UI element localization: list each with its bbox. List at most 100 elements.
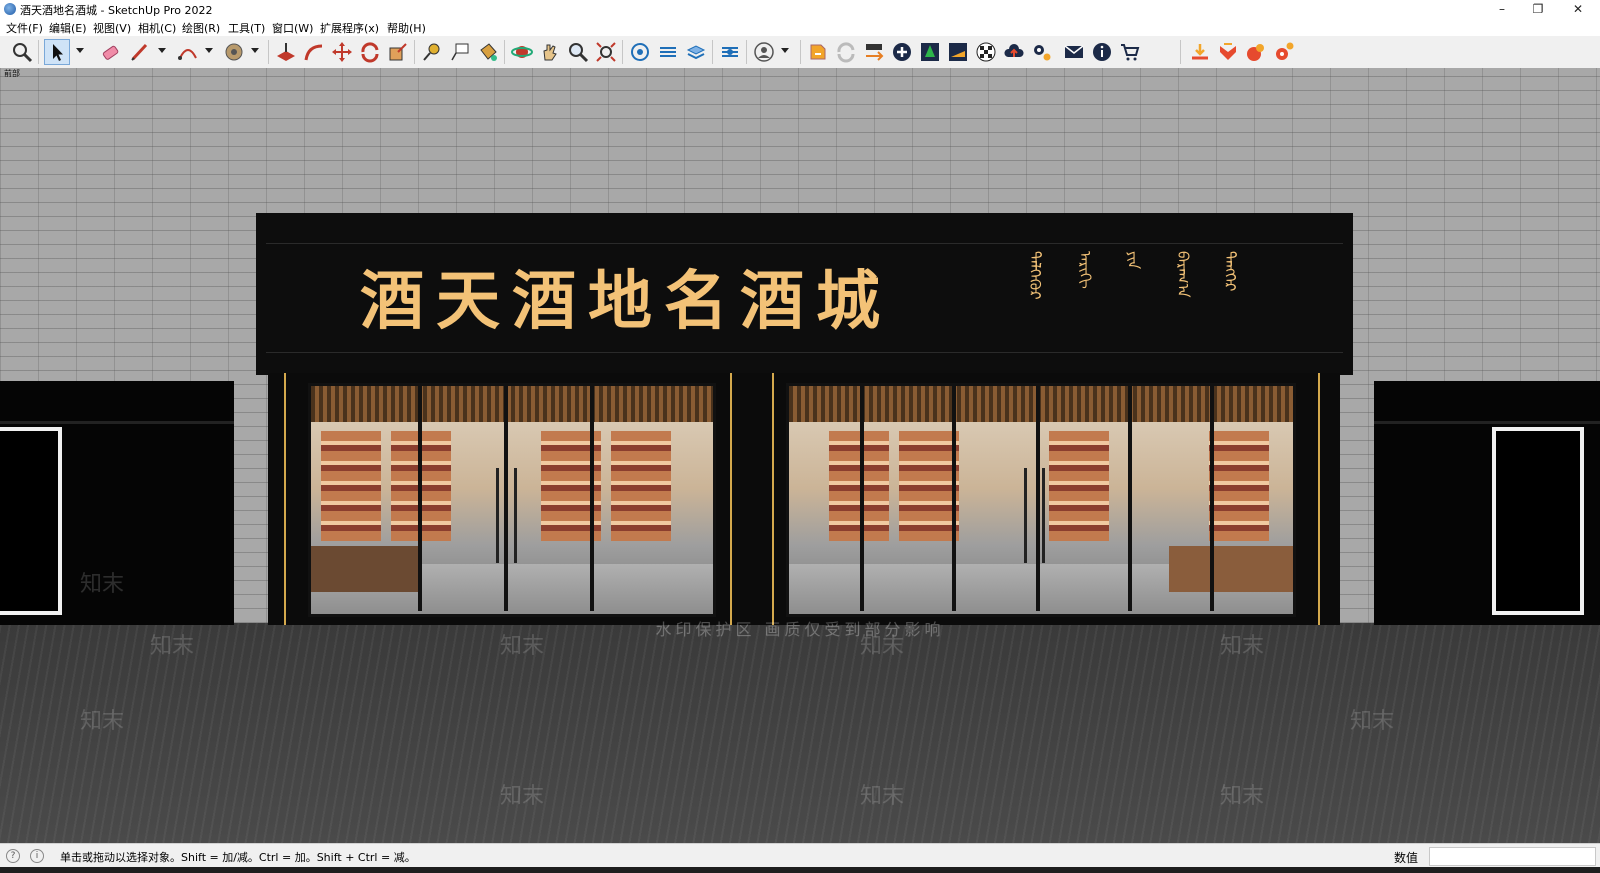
gold-trim [284, 373, 286, 625]
shopping-cart-icon[interactable] [1118, 40, 1142, 64]
status-hint-text: 单击或拖动以选择对象。Shift = 加/减。Ctrl = 加。Shift + … [60, 851, 416, 864]
menu-file[interactable]: 文件(F) [6, 20, 43, 36]
render-plugin-icon[interactable] [1244, 40, 1268, 64]
watermark: 知末 [500, 634, 545, 659]
window-mullion [590, 383, 594, 611]
gold-trim [730, 373, 732, 625]
select-dropdown-icon[interactable] [76, 48, 84, 53]
door-handle [1042, 468, 1045, 563]
menu-bar: 文件(F) 编辑(E) 视图(V) 相机(C) 绘图(R) 工具(T) 窗口(W… [0, 19, 1600, 36]
rotate-tool-icon[interactable] [358, 40, 382, 64]
close-button[interactable]: ✕ [1556, 0, 1600, 19]
toolbar-separator [622, 40, 623, 64]
push-pull-tool-icon[interactable] [274, 40, 298, 64]
menu-draw[interactable]: 绘图(R) [182, 20, 220, 36]
menu-window[interactable]: 窗口(W) [272, 20, 313, 36]
shop-storefront [268, 373, 1340, 625]
main-toolbar [0, 36, 1600, 69]
tree-component-icon[interactable] [918, 40, 942, 64]
right-neighbor-storefront [1374, 381, 1600, 625]
tape-measure-tool-icon[interactable] [420, 40, 444, 64]
add-circle-icon[interactable] [890, 40, 914, 64]
toolbar-separator [268, 40, 269, 64]
warehouse-icon[interactable] [628, 40, 652, 64]
mail-icon[interactable] [1062, 40, 1086, 64]
layout-send-icon[interactable] [684, 40, 708, 64]
title-bar: 酒天酒地名酒城 - SketchUp Pro 2022 – ❐ ✕ [0, 0, 1600, 19]
scale-tool-icon[interactable] [386, 40, 410, 64]
cloud-upload-icon[interactable] [1002, 40, 1026, 64]
zoom-search-icon[interactable] [10, 40, 34, 64]
menu-edit[interactable]: 编辑(E) [49, 20, 87, 36]
menu-tools[interactable]: 工具(T) [228, 20, 265, 36]
scene-tab-label[interactable]: 前部 [4, 68, 20, 79]
follow-me-tool-icon[interactable] [302, 40, 326, 64]
refresh-icon[interactable] [834, 40, 858, 64]
checker-texture-icon[interactable] [974, 40, 998, 64]
zoom-extents-tool-icon[interactable] [594, 40, 618, 64]
swap-arrows-icon[interactable] [862, 40, 886, 64]
arc-tool-icon[interactable] [176, 40, 200, 64]
shape-tool-icon[interactable] [222, 40, 246, 64]
door-handle [1024, 468, 1027, 563]
material-layers-icon[interactable] [946, 40, 970, 64]
download-tray-icon[interactable] [1188, 40, 1212, 64]
text-tool-icon[interactable] [448, 40, 472, 64]
user-account-icon[interactable] [752, 40, 776, 64]
line-dropdown-icon[interactable] [158, 48, 166, 53]
door-handle [496, 468, 499, 563]
toolbar-separator [1180, 40, 1181, 64]
watermark: 知末 [1350, 709, 1395, 734]
paint-bucket-tool-icon[interactable] [476, 40, 500, 64]
account-dropdown-icon[interactable] [781, 48, 789, 53]
toolbar-separator [38, 40, 39, 64]
left-shop-window [308, 383, 716, 617]
watermark: 知末 [150, 634, 195, 659]
trimble-connect-icon[interactable] [718, 40, 742, 64]
watermark: 知末 [80, 572, 125, 597]
eraser-tool-icon[interactable] [98, 40, 122, 64]
window-mullion [952, 383, 956, 611]
watermark: 知末 [500, 784, 545, 809]
shield-chevron-icon[interactable] [1216, 40, 1240, 64]
shop-sign-mongolian-line: ᠪᠠᠷᠠᠭ᠎ᠠ [1174, 251, 1192, 298]
menu-help[interactable]: 帮助(H) [387, 20, 426, 36]
measurements-input[interactable] [1429, 847, 1596, 866]
right-neighbor-door [1492, 427, 1584, 615]
orbit-tool-icon[interactable] [510, 40, 534, 64]
zoom-tool-icon[interactable] [566, 40, 590, 64]
measurements-label: 数值 [1394, 851, 1419, 865]
shop-sign-mongolian-line: ᠠᠷᠢᠬᠢ [1076, 251, 1094, 289]
move-tool-icon[interactable] [330, 40, 354, 64]
window-title: 酒天酒地名酒城 - SketchUp Pro 2022 [20, 4, 213, 17]
door-handle [514, 468, 517, 563]
plugin-export-icon[interactable] [806, 40, 830, 64]
pencil-line-tool-icon[interactable] [128, 40, 152, 64]
menu-camera[interactable]: 相机(C) [138, 20, 176, 36]
watermark-notice: 水印保护区 画质仅受到部分影响 [655, 620, 945, 639]
menu-view[interactable]: 视图(V) [93, 20, 131, 36]
plugin-settings-icon[interactable] [1272, 40, 1296, 64]
shape-dropdown-icon[interactable] [251, 48, 259, 53]
left-neighbor-door [0, 427, 62, 615]
model-viewport[interactable]: 前部 酒天酒地名酒城 ᠳᠡᠯᠭᠡᠭᠦᠷ ᠠᠷᠢᠬᠢ ᠶᠢᠨ ᠪᠠᠷᠠᠭ᠎ᠠ ᠲᠡ… [0, 68, 1600, 843]
select-tool-icon[interactable] [44, 39, 70, 65]
instructor-info-icon[interactable]: i [30, 849, 44, 863]
window-mullion [504, 383, 508, 611]
settings-gears-icon[interactable] [1030, 40, 1054, 64]
watermark: 知末 [1220, 634, 1265, 659]
maximize-button[interactable]: ❐ [1516, 0, 1560, 19]
watermark: 知末 [1220, 784, 1265, 809]
pan-tool-icon[interactable] [538, 40, 562, 64]
toolbar-separator [712, 40, 713, 64]
status-bar: ? i 单击或拖动以选择对象。Shift = 加/减。Ctrl = 加。Shif… [0, 843, 1600, 868]
geo-location-icon[interactable]: ? [6, 849, 20, 863]
menu-extensions[interactable]: 扩展程序(x) [320, 20, 379, 36]
gold-trim [772, 373, 774, 625]
toolbar-separator [504, 40, 505, 64]
shop-sign-mongolian-line: ᠲᠡᠩᠭᠡᠷ [1221, 251, 1239, 292]
window-mullion [1036, 383, 1040, 611]
arc-dropdown-icon[interactable] [205, 48, 213, 53]
info-icon[interactable] [1090, 40, 1114, 64]
extension-warehouse-icon[interactable] [656, 40, 680, 64]
